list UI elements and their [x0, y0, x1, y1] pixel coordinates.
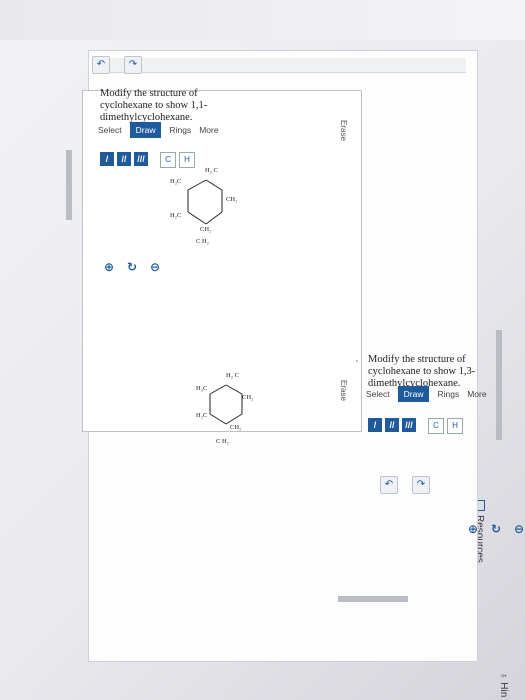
lightbulb-icon: ♁ [498, 672, 509, 683]
question-frame-header [96, 58, 466, 73]
erase-button[interactable]: Erase [339, 380, 348, 401]
zoom-in-icon[interactable]: ⊕ [466, 522, 480, 536]
atom-label: CH₂ [226, 196, 238, 203]
tab-draw[interactable]: Draw [397, 386, 430, 402]
undo-icon[interactable]: ↶ [380, 476, 398, 494]
triple-bond-button[interactable]: /// [134, 152, 148, 166]
hint-label: Hin [498, 682, 509, 698]
atom-label: H₂ C [226, 372, 239, 379]
panel-2-bond-tools: / // /// [368, 418, 416, 432]
redo-icon[interactable]: ↷ [412, 476, 430, 494]
atom-label: C H₂ [196, 238, 209, 245]
tab-draw[interactable]: Draw [129, 122, 162, 138]
panel-1-atom-tools: C H [160, 152, 195, 168]
zoom-out-icon[interactable]: ⊖ [512, 522, 525, 536]
drawing-panel-2 [356, 360, 358, 362]
single-bond-button[interactable]: / [100, 152, 114, 166]
tab-more[interactable]: More [467, 389, 486, 399]
panel-1-zoom-tools: ⊕ ↻ ⊖ [102, 260, 162, 274]
redo-icon[interactable]: ↷ [124, 56, 142, 74]
erase-button[interactable]: Erase [339, 120, 348, 141]
panel-2-zoom-tools: ⊕ ↻ ⊖ [466, 522, 525, 536]
atom-label: CH₂ [242, 394, 254, 401]
panel-2-atom-tools: C H [428, 418, 463, 434]
panel-1-scrollbar[interactable] [66, 150, 72, 220]
triple-bond-button[interactable]: /// [402, 418, 416, 432]
reset-view-icon[interactable]: ↻ [489, 522, 503, 536]
zoom-in-icon[interactable]: ⊕ [102, 260, 116, 274]
reset-view-icon[interactable]: ↻ [125, 260, 139, 274]
double-bond-button[interactable]: // [385, 418, 399, 432]
atom-label: C H₂ [216, 438, 229, 445]
tab-select[interactable]: Select [98, 125, 122, 135]
undo-icon[interactable]: ↶ [92, 56, 110, 74]
panel-2-tabs: Select Draw Rings More [366, 386, 487, 402]
single-bond-button[interactable]: / [368, 418, 382, 432]
panel-2-history-tools: ↶ ↷ [380, 476, 430, 494]
atom-label: H₂C [196, 412, 208, 419]
panel-1-tabs: Select Draw Rings More [98, 122, 219, 138]
carbon-atom-button[interactable]: C [160, 152, 176, 168]
tab-select[interactable]: Select [366, 389, 390, 399]
panel-2-scrollbar[interactable] [338, 596, 408, 602]
browser-top-bar [0, 0, 525, 40]
atom-label: H₂C [170, 212, 182, 219]
tab-rings[interactable]: Rings [437, 389, 459, 399]
tab-more[interactable]: More [199, 125, 218, 135]
atom-label: CH₂ [200, 226, 212, 233]
atom-label: H₂C [170, 178, 182, 185]
page-scrollbar[interactable] [496, 330, 502, 440]
zoom-out-icon[interactable]: ⊖ [148, 260, 162, 274]
tab-rings[interactable]: Rings [169, 125, 191, 135]
panel-1-prompt: Modify the structure of cyclohexane to s… [100, 88, 208, 123]
atom-label: H₂ C [205, 167, 218, 174]
hydrogen-atom-button[interactable]: H [179, 152, 195, 168]
atom-label: CH₂ [230, 424, 242, 431]
carbon-atom-button[interactable]: C [428, 418, 444, 434]
hydrogen-atom-button[interactable]: H [447, 418, 463, 434]
panel-1-bond-tools: / // /// [100, 152, 148, 166]
atom-label: H₂C [196, 385, 208, 392]
panel-1-history-tools: ↶ ↷ [92, 56, 142, 74]
hint-link[interactable]: ♁ Hin [498, 672, 509, 697]
double-bond-button[interactable]: // [117, 152, 131, 166]
